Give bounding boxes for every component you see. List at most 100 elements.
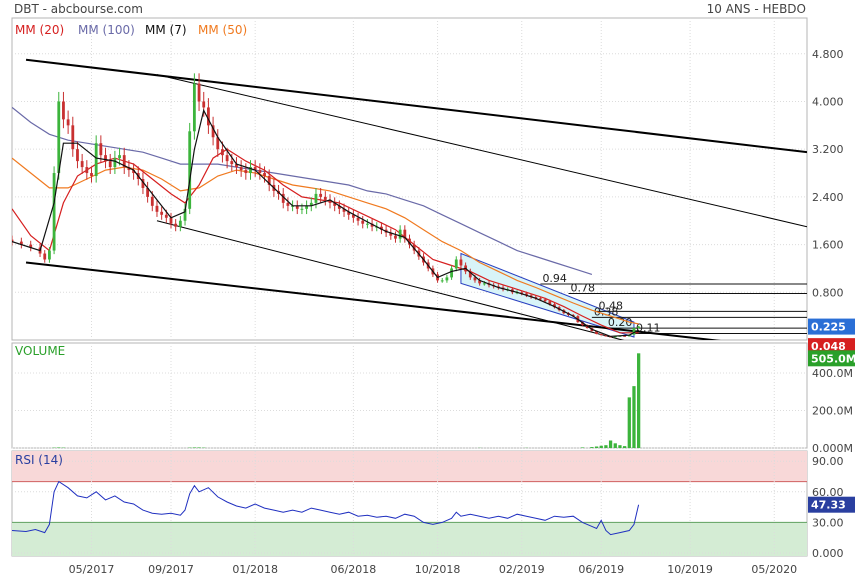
x-tick-label: 05/2017 [69, 563, 115, 576]
rsi-tick-label: 30.00 [812, 516, 844, 529]
price-tick-label: 4.800 [812, 48, 844, 61]
volume-bar [590, 447, 593, 448]
rsi-oversold-zone [12, 522, 807, 556]
candle-body [446, 277, 449, 280]
candle-body [71, 125, 74, 149]
candle-body [544, 299, 547, 301]
volume-bar [581, 447, 584, 448]
candle-body [460, 260, 463, 266]
candle-body [226, 155, 229, 161]
candle-body [455, 260, 458, 269]
x-tick-label: 01/2018 [232, 563, 278, 576]
candle-body [160, 212, 163, 215]
legend-mm20: MM (20) [15, 23, 64, 37]
candle-body [637, 327, 640, 328]
candle-body [202, 101, 205, 107]
volume-bar [57, 447, 60, 448]
candle-body [221, 149, 224, 155]
chart: DBT - abcbourse.com 10 ANS - HEBDO MM (2… [0, 0, 855, 580]
volume-tick-label: 0.000M [812, 442, 853, 455]
rsi-tick-label: 90.00 [812, 455, 844, 468]
volume-bar [604, 445, 607, 448]
candle-body [156, 206, 159, 212]
candle-body [179, 221, 182, 227]
candle-body [441, 280, 444, 281]
candle-body [85, 167, 88, 173]
candle-body [95, 143, 98, 176]
price-tick-label: 1.600 [812, 239, 844, 252]
price-tick-label: 2.400 [812, 191, 844, 204]
rsi-overbought-zone [12, 451, 807, 482]
volume-tick-label: 400.0M [812, 367, 853, 380]
candle-body [53, 173, 56, 251]
candle-body [287, 203, 290, 206]
price-panel [12, 18, 807, 340]
last-price-badge: 0.225 [811, 321, 846, 334]
candle-body [361, 221, 364, 224]
source-title: DBT - abcbourse.com [14, 2, 143, 16]
rsi-title: RSI (14) [15, 453, 63, 467]
candle-body [366, 224, 369, 225]
candle-body [48, 251, 51, 260]
volume-bar [618, 445, 621, 448]
volume-last-badge: 505.0M [811, 352, 855, 365]
volume-bar [623, 446, 626, 448]
candle-body [99, 143, 102, 155]
volume-bar [193, 447, 196, 448]
candle-body [67, 119, 70, 125]
candle-body [450, 268, 453, 277]
rsi-last-badge: 47.33 [811, 499, 846, 512]
candle-body [319, 194, 322, 197]
candle-body [483, 283, 486, 284]
volume-bar [628, 397, 631, 448]
candle-body [301, 209, 304, 210]
candle-body [57, 101, 60, 173]
candle-body [357, 218, 360, 221]
volume-bar [637, 353, 640, 448]
candle-body [230, 161, 233, 164]
volume-bar [614, 443, 617, 448]
candle-body [394, 236, 397, 239]
volume-bar [632, 386, 635, 448]
candle-body [90, 173, 93, 176]
price-tick-label: 0.800 [812, 286, 844, 299]
candle-body [151, 197, 154, 206]
x-tick-label: 10/2019 [667, 563, 713, 576]
candle-body [81, 161, 84, 167]
volume-tick-label: 200.0M [812, 405, 853, 418]
rsi-tick-label: 0.000 [812, 547, 844, 560]
volume-bar [197, 447, 200, 448]
candle-body [315, 194, 318, 203]
chart-svg: DBT - abcbourse.com 10 ANS - HEBDO MM (2… [0, 0, 855, 580]
candle-body [109, 161, 112, 167]
candle-body [165, 215, 168, 218]
candle-body [76, 149, 79, 161]
candle-body [399, 230, 402, 239]
fib-level-label: 0.94 [542, 272, 567, 285]
price-tick-label: 3.200 [812, 143, 844, 156]
candle-body [198, 84, 201, 102]
x-tick-label: 05/2020 [751, 563, 797, 576]
candle-body [43, 254, 46, 260]
legend-mm50: MM (50) [198, 23, 247, 37]
candle-body [113, 158, 116, 167]
x-tick-label: 06/2018 [331, 563, 377, 576]
x-tick-label: 09/2017 [148, 563, 194, 576]
price-tick-label: 4.000 [812, 95, 844, 108]
volume-bar [600, 446, 603, 448]
candle-body [62, 101, 65, 119]
volume-panel [12, 343, 807, 448]
legend: MM (20) MM (100) MM (7) MM (50) [15, 23, 247, 37]
candle-body [258, 170, 261, 173]
candle-body [174, 224, 177, 227]
fib-level-label: 0.20 [608, 316, 633, 329]
volume-bar [609, 441, 612, 449]
candle-body [263, 173, 266, 176]
x-tick-label: 06/2019 [578, 563, 624, 576]
candle-body [240, 167, 243, 170]
volume-bar [595, 447, 598, 449]
fib-level-label: 0.78 [571, 281, 596, 294]
candle-body [193, 84, 196, 132]
candle-body [600, 334, 603, 335]
x-tick-label: 02/2019 [499, 563, 545, 576]
